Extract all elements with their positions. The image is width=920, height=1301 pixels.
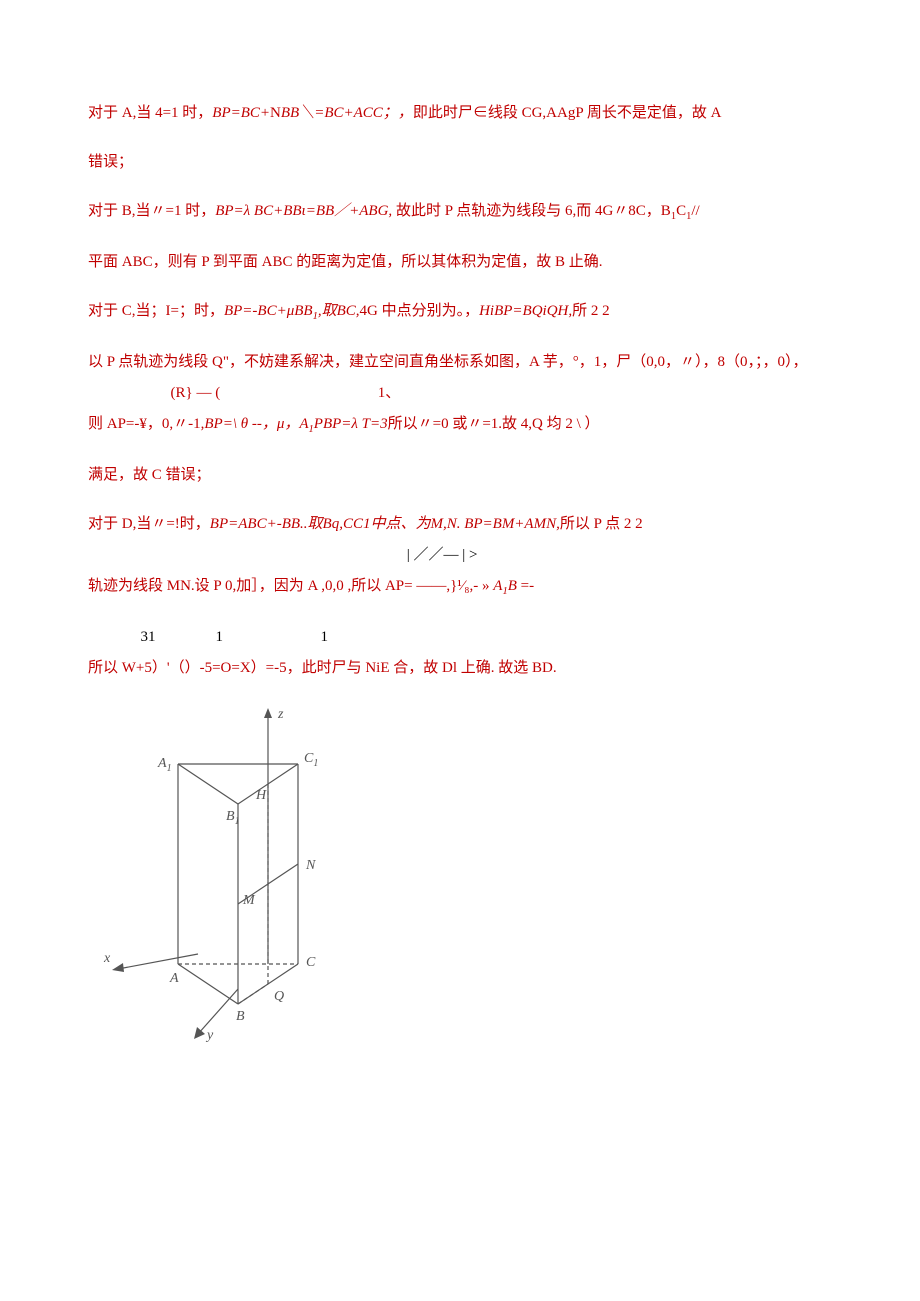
para-c-2: 以 P 点轨迹为线段 Q"，不妨建系解决，建立空间直角坐标系如图，A 芋，°，1… bbox=[88, 349, 832, 376]
label-H: H bbox=[255, 788, 267, 803]
text: // bbox=[691, 203, 699, 219]
text: BP=ABC+-BB.. bbox=[210, 516, 308, 532]
text: 故此时 P 点轨迹为线段与 6,而 4G〃8C，B bbox=[392, 203, 671, 219]
para-c-4: 满足，故 C 错误； bbox=[88, 462, 832, 489]
text: 对于 C,当；I=；时， bbox=[88, 303, 224, 319]
text: PBP=λ T=3 bbox=[314, 416, 388, 432]
text: BP=-BC+μBB bbox=[224, 303, 313, 319]
para-a-2: 错误； bbox=[88, 149, 832, 176]
text: 所以〃=0 或〃=1.故 4,Q 均 2 \ ） bbox=[388, 416, 600, 432]
text: B bbox=[508, 578, 517, 594]
label-M: M bbox=[242, 893, 256, 908]
text: =- bbox=[517, 578, 534, 594]
text: ＼= bbox=[299, 105, 324, 121]
text: 对于 B,当〃=1 时， bbox=[88, 203, 215, 219]
label-B: B bbox=[236, 1009, 245, 1024]
text: 即此时尸∈线段 CG,AAgP 周长不是定值，故 A bbox=[413, 105, 722, 121]
text: C bbox=[676, 203, 686, 219]
para-d-3-top: 31 1 1 bbox=[88, 624, 832, 651]
para-d-3: 所以 W+5）'（）-5=O=X）=-5，此时尸与 NiE 合，故 Dl 上确.… bbox=[88, 655, 832, 682]
label-Q: Q bbox=[274, 989, 284, 1004]
text: 满足，故 C 错误； bbox=[88, 467, 211, 483]
text: (R} — ( 1、 bbox=[88, 385, 400, 401]
text: BP=\ θ --，μ，A bbox=[204, 416, 308, 432]
para-d-2: 轨迹为线段 MN.设 P 0,加］，因为 A ,0,0 ,所以 AP= ——,}… bbox=[88, 573, 832, 602]
para-b-2: 平面 ABC，则有 P 到平面 ABC 的距离为定值，所以其体积为定值，故 B … bbox=[88, 249, 832, 276]
prism-diagram: z x y A1 C1 B1 H N M A C B Q bbox=[88, 704, 832, 1044]
text: 对于 D,当〃=!时， bbox=[88, 516, 210, 532]
axis-x-label: x bbox=[103, 951, 111, 966]
text: 所 2 2 bbox=[572, 303, 610, 319]
para-d-1sym: | ／／— | > bbox=[88, 542, 832, 569]
text: 对于 A,当 4=1 时， bbox=[88, 105, 212, 121]
text: HiBP=BQiQH, bbox=[479, 303, 572, 319]
text: 轨迹为线段 MN.设 P 0,加］，因为 A ,0,0 ,所以 AP= ——,}… bbox=[88, 578, 493, 594]
text: 所以 P 点 2 2 bbox=[560, 516, 643, 532]
label-C: C bbox=[306, 955, 316, 970]
text: 取BC, bbox=[322, 303, 360, 319]
text: BP=BC+ bbox=[212, 105, 270, 121]
label-A1: A1 bbox=[157, 756, 172, 774]
text: BP=λ BC+BBι=BB／+ABG, bbox=[215, 203, 392, 219]
text: 平面 ABC，则有 P 到平面 ABC 的距离为定值，所以其体积为定值，故 B … bbox=[88, 254, 602, 270]
text: 错误； bbox=[88, 154, 133, 170]
text: 31 1 1 bbox=[88, 629, 328, 645]
text: +ACC；， bbox=[344, 105, 413, 121]
para-c-1: 对于 C,当；I=；时，BP=-BC+μBB1,取BC,4G 中点分别为。，Hi… bbox=[88, 298, 832, 327]
label-C1: C1 bbox=[304, 751, 318, 769]
text: 以 P 点轨迹为线段 Q"，不妨建系解决，建立空间直角坐标系如图，A 芋，°，1… bbox=[88, 354, 808, 370]
prism-svg: z x y A1 C1 B1 H N M A C B Q bbox=[88, 704, 388, 1044]
text: BC bbox=[324, 105, 343, 121]
text: 所以 W+5）'（）-5=O=X）=-5，此时尸与 NiE 合，故 Dl 上确.… bbox=[88, 660, 557, 676]
para-d-1: 对于 D,当〃=!时，BP=ABC+-BB..取Bq,CC1中点、为M,N. B… bbox=[88, 511, 832, 538]
text: N bbox=[270, 105, 281, 121]
text: 4G 中点分别为。， bbox=[359, 303, 479, 319]
label-N: N bbox=[305, 858, 316, 873]
para-c-3-top: (R} — ( 1、 bbox=[88, 380, 832, 407]
axis-z-label: z bbox=[277, 707, 284, 722]
label-A: A bbox=[169, 971, 179, 986]
para-b-1: 对于 B,当〃=1 时，BP=λ BC+BBι=BB／+ABG, 故此时 P 点… bbox=[88, 198, 832, 227]
text: 则 AP=-¥，0,〃-1, bbox=[88, 416, 204, 432]
text: BB bbox=[281, 105, 299, 121]
para-a-1: 对于 A,当 4=1 时，BP=BC+NBB＼=BC+ACC；，即此时尸∈线段 … bbox=[88, 100, 832, 127]
text: | ／／— | > bbox=[88, 547, 477, 563]
text: 取Bq,CC1中点、为M,N. BP=BM+AMN, bbox=[308, 516, 560, 532]
axis-y-label: y bbox=[205, 1028, 214, 1043]
para-c-3: 则 AP=-¥，0,〃-1,BP=\ θ --，μ，A1PBP=λ T=3所以〃… bbox=[88, 411, 832, 440]
